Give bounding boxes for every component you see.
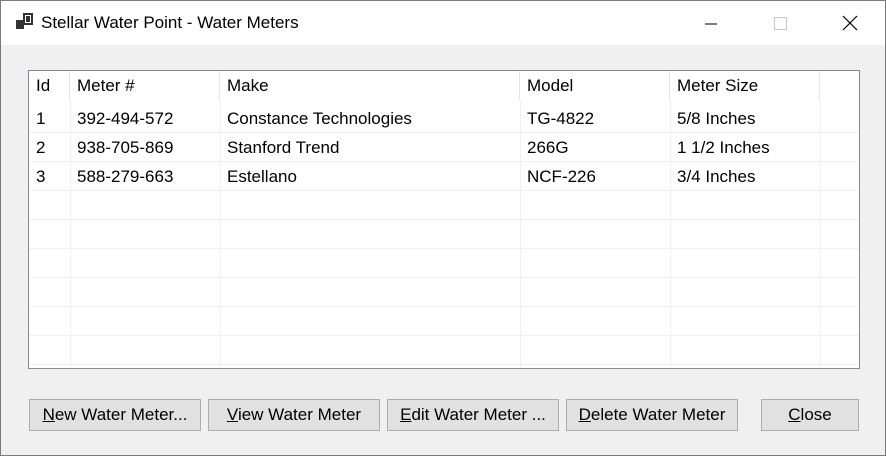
minimize-button[interactable] <box>677 1 745 45</box>
maximize-button[interactable] <box>746 1 814 45</box>
column-header-model[interactable]: Model <box>520 71 670 100</box>
main-window: Stellar Water Point - Water Meters Id Me… <box>0 0 886 456</box>
window-title: Stellar Water Point - Water Meters <box>41 13 299 32</box>
view-water-meter-button[interactable]: View Water Meter <box>208 399 380 431</box>
mnemonic-letter: E <box>400 405 412 424</box>
column-header-meter-size[interactable]: Meter Size <box>670 71 820 100</box>
cell-meter-size: 3/4 Inches <box>677 167 756 186</box>
column-header-make[interactable]: Make <box>220 71 520 100</box>
mnemonic-letter: N <box>42 405 55 424</box>
window-close-button[interactable] <box>816 1 884 45</box>
cell-meter-size: 5/8 Inches <box>677 109 756 128</box>
button-label: dit Water Meter ... <box>411 405 546 424</box>
empty-row <box>29 191 859 220</box>
close-icon <box>842 15 858 31</box>
title-bar[interactable]: Stellar Water Point - Water Meters <box>1 1 885 45</box>
mnemonic-letter: V <box>226 405 238 424</box>
app-icon <box>16 13 33 29</box>
empty-row <box>29 220 859 249</box>
cell-model: TG-4822 <box>527 109 595 128</box>
water-meters-list[interactable]: Id Meter # Make Model Meter Size 1 392-4… <box>28 70 860 369</box>
cell-meter-size: 1 1/2 Inches <box>677 138 770 157</box>
button-label: iew Water Meter <box>237 405 362 424</box>
table-row[interactable]: 2 938-705-869 Stanford Trend 266G 1 1/2 … <box>29 133 859 162</box>
edit-water-meter-button[interactable]: Edit Water Meter ... <box>387 399 559 431</box>
cell-model: 266G <box>527 138 569 157</box>
cell-meter-number: 392-494-572 <box>77 109 174 128</box>
cell-meter-number: 588-279-663 <box>77 167 174 186</box>
column-header-row: Id Meter # Make Model Meter Size <box>29 71 859 100</box>
cell-make: Constance Technologies <box>227 109 412 128</box>
button-label: lose <box>800 405 832 424</box>
close-button[interactable]: Close <box>761 399 859 431</box>
column-header-id[interactable]: Id <box>29 71 70 100</box>
mnemonic-letter: C <box>788 405 801 424</box>
cell-meter-number: 938-705-869 <box>77 138 174 157</box>
new-water-meter-button[interactable]: New Water Meter... <box>29 399 201 431</box>
maximize-icon <box>774 17 787 30</box>
empty-row <box>29 249 859 278</box>
empty-row <box>29 278 859 307</box>
empty-row <box>29 307 859 336</box>
cell-id: 2 <box>36 138 46 157</box>
cell-make: Estellano <box>227 167 297 186</box>
mnemonic-letter: D <box>578 405 591 424</box>
button-label: ew Water Meter... <box>54 405 188 424</box>
button-label: elete Water Meter <box>590 405 726 424</box>
cell-make: Stanford Trend <box>227 138 340 157</box>
table-row[interactable]: 3 588-279-663 Estellano NCF-226 3/4 Inch… <box>29 162 859 191</box>
table-row[interactable]: 1 392-494-572 Constance Technologies TG-… <box>29 104 859 133</box>
cell-id: 3 <box>36 167 46 186</box>
delete-water-meter-button[interactable]: Delete Water Meter <box>566 399 738 431</box>
cell-model: NCF-226 <box>527 167 596 186</box>
minimize-icon <box>705 23 717 25</box>
empty-row <box>29 336 859 365</box>
cell-id: 1 <box>36 109 46 128</box>
column-header-meter-number[interactable]: Meter # <box>70 71 220 100</box>
